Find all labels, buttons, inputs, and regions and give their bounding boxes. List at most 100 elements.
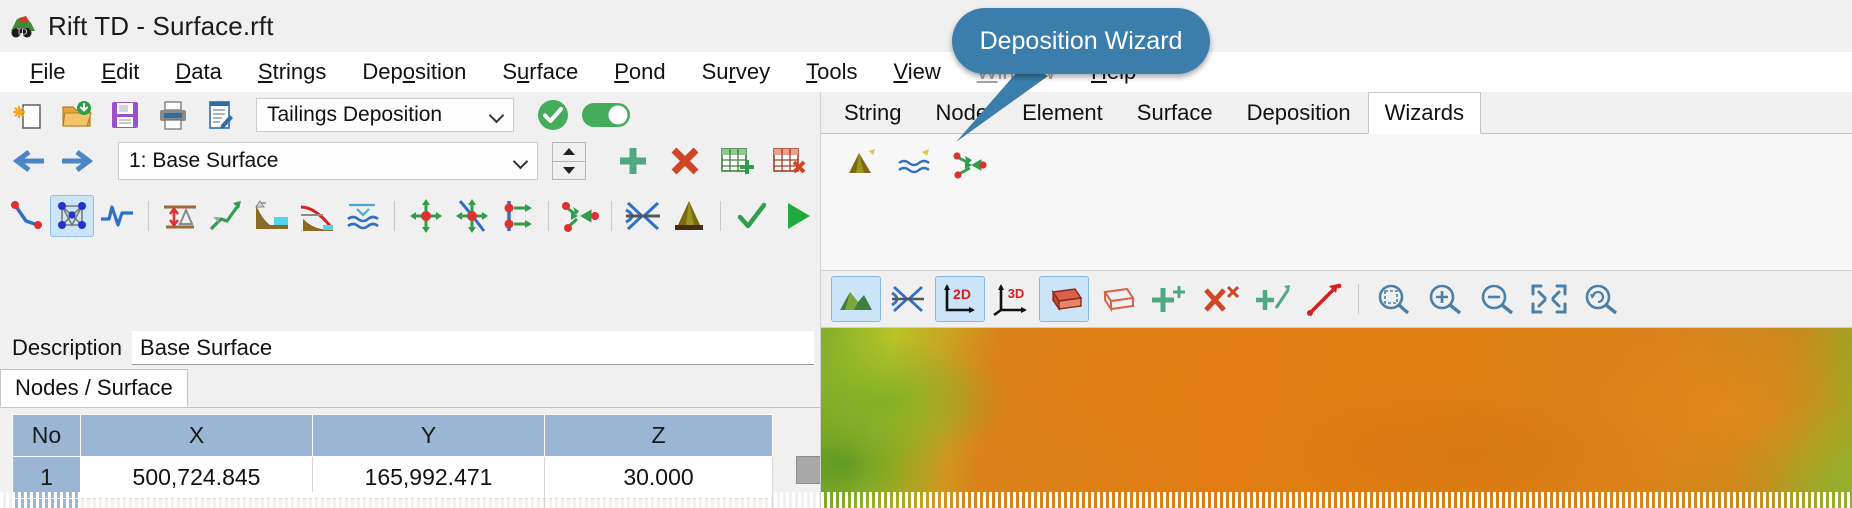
column-header-z[interactable]: Z xyxy=(544,414,773,457)
menu-deposition[interactable]: Deposition xyxy=(344,57,484,87)
menu-survey[interactable]: Survey xyxy=(684,57,789,87)
chevron-down-icon xyxy=(513,153,529,169)
elevation-adjust-tool-button[interactable] xyxy=(158,195,202,237)
table-header-row: No X Y Z xyxy=(12,414,773,457)
tab-deposition[interactable]: Deposition xyxy=(1230,93,1368,133)
surface-combo[interactable]: 1: Base Surface xyxy=(118,142,538,180)
tab-nodes-surface[interactable]: Nodes / Surface xyxy=(0,369,188,407)
delete-button[interactable] xyxy=(660,140,710,182)
surface-combo-value: 1: Base Surface xyxy=(129,149,279,172)
spinner-down-button[interactable] xyxy=(553,162,585,180)
pick-point-button[interactable] xyxy=(1299,276,1349,322)
back-button[interactable] xyxy=(6,140,52,182)
spinner-up-button[interactable] xyxy=(553,143,585,162)
toolbar-separator xyxy=(611,201,613,231)
toolbar-separator xyxy=(1358,284,1359,314)
menu-strings[interactable]: Strings xyxy=(240,57,344,87)
menu-bar: File Edit Data Strings Deposition Surfac… xyxy=(0,52,1852,92)
tab-wizards[interactable]: Wizards xyxy=(1367,92,1482,134)
enable-toggle[interactable] xyxy=(578,94,634,136)
connect-nodes-tool-button[interactable] xyxy=(558,195,602,237)
menu-view[interactable]: View xyxy=(875,57,958,87)
beach-profile-tool-button[interactable] xyxy=(250,195,294,237)
toolbar-tools xyxy=(0,188,820,244)
add-button[interactable] xyxy=(608,140,658,182)
profile-tool-button[interactable] xyxy=(96,195,140,237)
surface-shade-button[interactable] xyxy=(831,276,881,322)
save-file-button[interactable] xyxy=(102,94,148,136)
validate-button[interactable] xyxy=(730,195,774,237)
surface-index-spinner[interactable] xyxy=(552,142,586,180)
intersect-node-tool-button[interactable] xyxy=(450,195,494,237)
svg-text:TD: TD xyxy=(17,28,28,37)
menu-data[interactable]: Data xyxy=(157,57,239,87)
tab-surface-label: Surface xyxy=(1136,100,1213,125)
viewport-torn-edge xyxy=(821,492,1852,508)
print-button[interactable] xyxy=(150,94,196,136)
callout-label: Deposition Wizard xyxy=(979,26,1183,55)
chevron-down-icon xyxy=(489,107,505,123)
open-file-button[interactable] xyxy=(54,94,100,136)
column-header-y[interactable]: Y xyxy=(312,414,545,457)
menu-pond[interactable]: Pond xyxy=(596,57,683,87)
toolbar-separator xyxy=(148,201,150,231)
view-3d-button[interactable]: 3D xyxy=(987,276,1037,322)
new-file-button[interactable] xyxy=(6,94,52,136)
left-tabstrip: Nodes / Surface xyxy=(0,369,820,408)
menu-file[interactable]: File xyxy=(12,57,83,87)
description-input[interactable]: Base Surface xyxy=(132,331,814,365)
view-2d-button[interactable]: 2D xyxy=(935,276,985,322)
solid-render-button[interactable] xyxy=(1039,276,1089,322)
mode-combo-value: Tailings Deposition xyxy=(267,103,443,126)
run-button[interactable] xyxy=(776,195,820,237)
terrain-viewport[interactable] xyxy=(821,328,1852,508)
zoom-in-button[interactable] xyxy=(1420,276,1470,322)
toolbar-file: Tailings Deposition xyxy=(0,92,820,138)
zoom-previous-button[interactable] xyxy=(1576,276,1626,322)
tab-deposition-label: Deposition xyxy=(1246,100,1351,125)
grid-add-button[interactable] xyxy=(712,140,762,182)
tab-wizards-label: Wizards xyxy=(1384,100,1465,125)
description-row: Description Base Surface xyxy=(0,328,820,368)
stockpile-tool-button[interactable] xyxy=(667,195,711,237)
terrain-surface xyxy=(821,328,1852,508)
menu-file-rest: ile xyxy=(43,59,66,84)
delete-point-button[interactable] xyxy=(1195,276,1245,322)
menu-surface[interactable]: Surface xyxy=(484,57,596,87)
mirror-view-button[interactable] xyxy=(883,276,933,322)
slope-tool-button[interactable] xyxy=(204,195,248,237)
apply-button[interactable] xyxy=(530,94,576,136)
zoom-window-button[interactable] xyxy=(1368,276,1418,322)
mirror-tool-button[interactable] xyxy=(621,195,665,237)
application-window: TD Rift TD - Surface.rft File Edit Data … xyxy=(0,0,1852,508)
description-label: Description xyxy=(12,335,123,360)
title-bar: TD Rift TD - Surface.rft xyxy=(0,0,1852,52)
tab-string-label: String xyxy=(844,100,902,125)
zoom-extents-button[interactable] xyxy=(1524,276,1574,322)
menu-tools[interactable]: Tools xyxy=(788,57,875,87)
viewport-toolbar: 2D 3D xyxy=(821,270,1852,328)
wireframe-button[interactable] xyxy=(1091,276,1141,322)
left-pane-torn-edge xyxy=(0,492,820,508)
move-node-tool-button[interactable] xyxy=(404,195,448,237)
grid-delete-button[interactable] xyxy=(764,140,814,182)
stockpile-wizard-button[interactable] xyxy=(835,141,885,187)
pond-wizard-button[interactable] xyxy=(889,141,939,187)
offset-nodes-tool-button[interactable] xyxy=(496,195,540,237)
svg-text:3D: 3D xyxy=(1008,286,1025,301)
zoom-out-button[interactable] xyxy=(1472,276,1522,322)
forward-button[interactable] xyxy=(54,140,100,182)
tab-surface[interactable]: Surface xyxy=(1120,93,1230,133)
column-header-x[interactable]: X xyxy=(80,414,313,457)
menu-edit[interactable]: Edit xyxy=(83,57,157,87)
report-button[interactable] xyxy=(198,94,244,136)
water-surface-tool-button[interactable] xyxy=(341,195,385,237)
add-point-button[interactable] xyxy=(1143,276,1193,322)
decant-curve-tool-button[interactable] xyxy=(296,195,340,237)
add-line-button[interactable] xyxy=(1247,276,1297,322)
column-header-no[interactable]: No xyxy=(12,414,81,457)
tab-string[interactable]: String xyxy=(827,93,918,133)
node-network-tool-button[interactable] xyxy=(49,195,94,237)
mode-combo[interactable]: Tailings Deposition xyxy=(256,98,514,132)
string-tool-button[interactable] xyxy=(4,195,48,237)
